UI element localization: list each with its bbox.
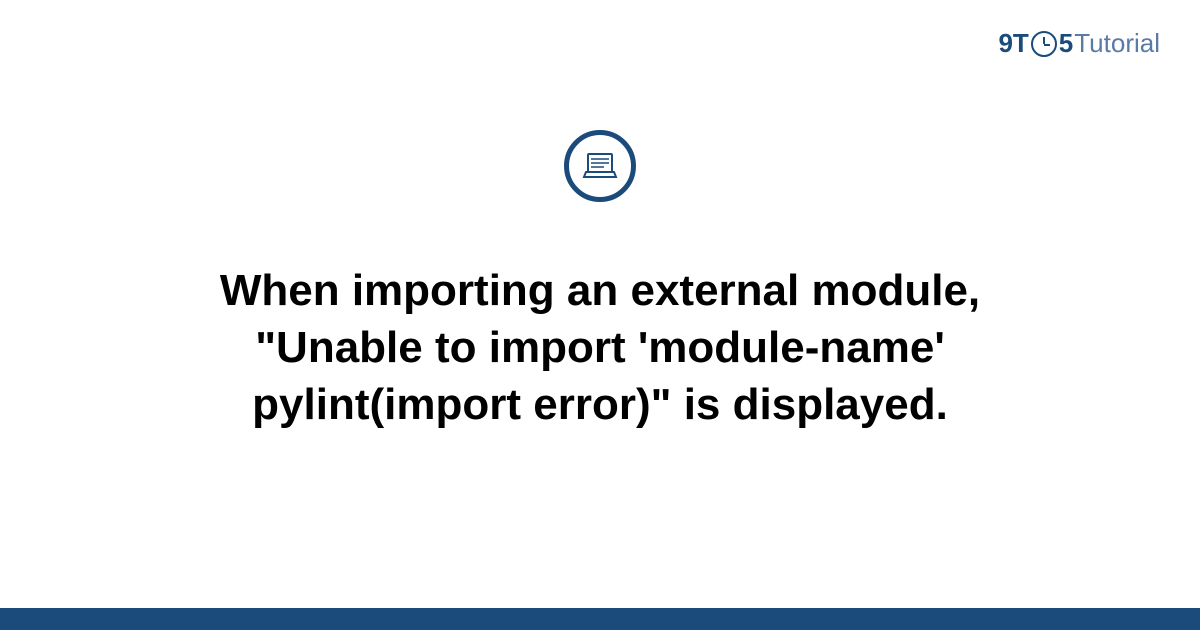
logo-text-part3: Tutorial — [1074, 28, 1160, 59]
logo-text-part1: 9T — [998, 28, 1028, 59]
site-logo: 9T 5 Tutorial — [998, 28, 1160, 59]
clock-icon — [1031, 31, 1057, 57]
main-content: When importing an external module, "Unab… — [0, 130, 1200, 434]
logo-text-part2: 5 — [1059, 28, 1073, 59]
page-title: When importing an external module, "Unab… — [150, 262, 1050, 434]
bottom-bar — [0, 608, 1200, 630]
laptop-icon — [580, 146, 620, 186]
laptop-icon-circle — [564, 130, 636, 202]
